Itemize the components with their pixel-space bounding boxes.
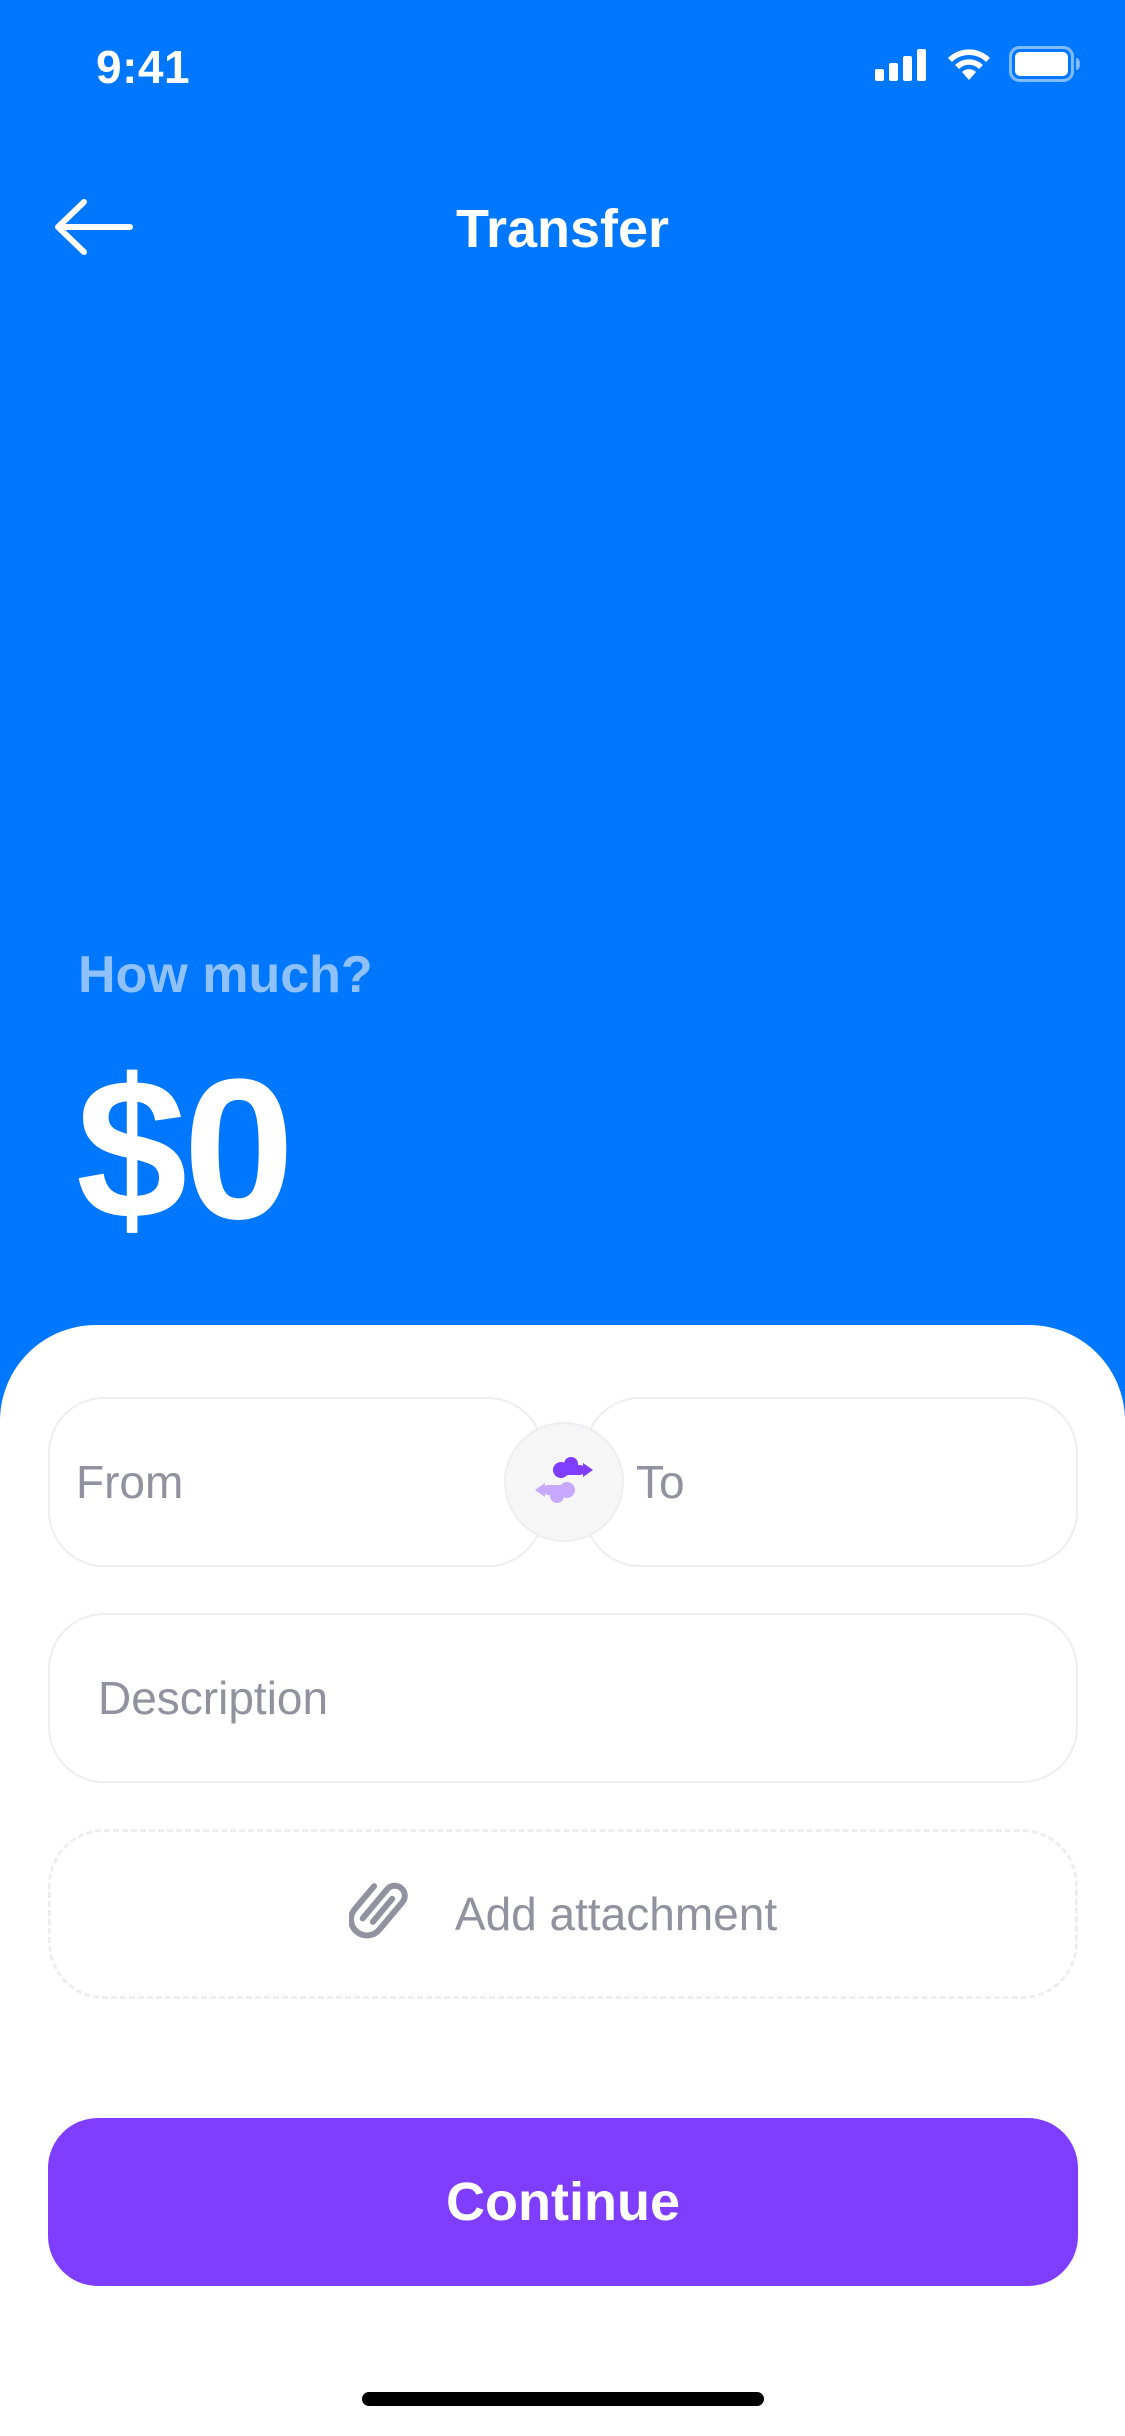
swap-button[interactable]	[504, 1422, 624, 1542]
transfer-form-sheet: From To Description Add attachment Conti…	[0, 1325, 1125, 2436]
to-placeholder: To	[636, 1456, 685, 1508]
description-field[interactable]: Description	[48, 1613, 1078, 1783]
description-placeholder: Description	[98, 1672, 329, 1724]
nav-bar: Transfer	[0, 170, 1125, 290]
continue-button[interactable]: Continue	[48, 2118, 1078, 2286]
to-field[interactable]: To	[584, 1397, 1078, 1567]
from-placeholder: From	[76, 1456, 184, 1508]
status-time: 9:41	[96, 41, 191, 93]
swap-icon	[531, 1453, 597, 1512]
amount-prompt: How much?	[78, 946, 373, 1004]
home-indicator	[362, 2392, 764, 2406]
cellular-signal-icon	[875, 47, 929, 86]
amount-value[interactable]: $0	[76, 1050, 294, 1250]
battery-icon	[1009, 46, 1081, 87]
status-icons	[875, 46, 1081, 87]
wifi-icon	[945, 46, 993, 87]
from-field[interactable]: From	[48, 1397, 544, 1567]
status-bar: 9:41	[0, 0, 1125, 140]
page-title: Transfer	[455, 199, 670, 259]
add-attachment-button[interactable]: Add attachment	[48, 1829, 1078, 1999]
paperclip-icon	[347, 1874, 413, 1955]
attachment-label: Add attachment	[454, 1888, 778, 1940]
